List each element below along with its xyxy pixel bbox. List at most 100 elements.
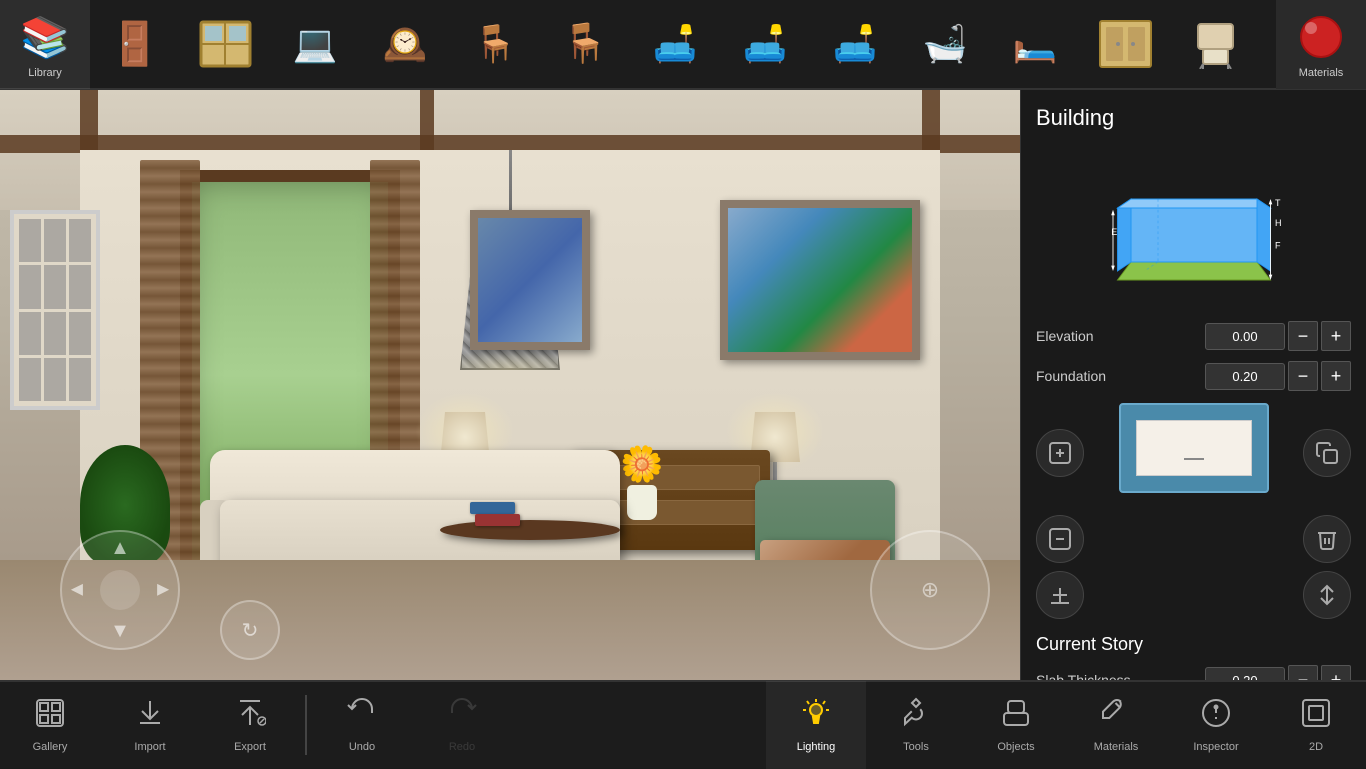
- decor-cell: [19, 219, 41, 262]
- tools-button[interactable]: Tools: [866, 681, 966, 769]
- top-item-materials[interactable]: Materials: [1276, 0, 1366, 89]
- nav-left-arrow[interactable]: ◄: [67, 579, 87, 602]
- top-item-armchair-yellow[interactable]: 🪑: [540, 0, 630, 89]
- foundation-value[interactable]: 0.20: [1205, 363, 1285, 390]
- book-red: [475, 514, 520, 526]
- wall-decoration: [10, 210, 100, 410]
- nav-right-arrow[interactable]: ►: [153, 579, 173, 602]
- top-item-clock[interactable]: 🕰️: [360, 0, 450, 89]
- separator-1: [305, 695, 307, 755]
- top-item-sofa-yellow[interactable]: 🛋️: [810, 0, 900, 89]
- top-item-chair-white[interactable]: [1170, 0, 1260, 89]
- top-item-computer[interactable]: 💻: [270, 0, 360, 89]
- foundation-row: Foundation 0.20 − +: [1036, 361, 1351, 391]
- computer-icon: 💻: [285, 17, 345, 72]
- lighting-button[interactable]: Lighting: [766, 681, 866, 769]
- import-button[interactable]: Import: [100, 681, 200, 769]
- decor-cell: [44, 219, 66, 262]
- book-blue: [470, 502, 515, 514]
- lighting-label: Lighting: [797, 741, 836, 753]
- 2d-label: 2D: [1309, 741, 1323, 753]
- tools-label: Tools: [903, 741, 929, 753]
- table-top: [440, 520, 620, 540]
- import-icon: [134, 697, 166, 737]
- add-foundation-button[interactable]: [1036, 571, 1084, 619]
- top-item-bathtub[interactable]: 🛁: [900, 0, 990, 89]
- current-story-title: Current Story: [1036, 634, 1351, 655]
- top-item-bed[interactable]: 🛏️: [990, 0, 1080, 89]
- nav-down-arrow[interactable]: ▼: [110, 620, 130, 643]
- inspector-label: Inspector: [1193, 741, 1238, 753]
- elevation-plus-button[interactable]: +: [1321, 321, 1351, 351]
- lighting-icon: [800, 697, 832, 737]
- top-item-chair-red[interactable]: 🪑: [450, 0, 540, 89]
- inspector-icon: [1200, 697, 1232, 737]
- clock-icon: 🕰️: [375, 17, 435, 72]
- objects-button[interactable]: Objects: [966, 681, 1066, 769]
- top-toolbar: 📚 Library 🚪 💻 🕰️ 🪑 🪑 🛋️ 🛋️ 🛋️ 🛁 🛏️: [0, 0, 1366, 90]
- foundation-plus-button[interactable]: +: [1321, 361, 1351, 391]
- nav-center-button[interactable]: [100, 570, 140, 610]
- 2d-button[interactable]: 2D: [1266, 681, 1366, 769]
- import-label: Import: [134, 741, 165, 753]
- svg-text:T: T: [1275, 198, 1281, 208]
- decor-cell: [19, 312, 41, 355]
- sofa-yellow-icon: 🛋️: [825, 17, 885, 72]
- top-item-sofa-pink[interactable]: 🛋️: [630, 0, 720, 89]
- 2d-icon: [1300, 697, 1332, 737]
- nav-joystick[interactable]: ▲ ▼ ◄ ►: [60, 530, 180, 650]
- window-icon: [195, 17, 255, 72]
- zoom-control[interactable]: ⊕: [870, 530, 990, 650]
- top-item-sofa-beige[interactable]: 🛋️: [720, 0, 810, 89]
- delete-button[interactable]: [1303, 515, 1351, 563]
- export-button[interactable]: Export: [200, 681, 300, 769]
- redo-button[interactable]: Redo: [412, 681, 512, 769]
- action-buttons-row: [1036, 403, 1351, 503]
- door-icon: 🚪: [105, 17, 165, 72]
- right-panel: Building T H F E: [1020, 0, 1366, 768]
- top-item-library[interactable]: 📚 Library: [0, 0, 90, 89]
- top-item-door[interactable]: 🚪: [90, 0, 180, 89]
- decor-cell: [44, 358, 66, 401]
- elevation-label: Elevation: [1036, 328, 1205, 344]
- undo-button[interactable]: Undo: [312, 681, 412, 769]
- vase-area: 🌼: [620, 444, 664, 520]
- floor-plan-container: [1104, 403, 1284, 503]
- elevation-value[interactable]: 0.00: [1205, 323, 1285, 350]
- export-icon: [234, 697, 266, 737]
- floor-plan-inner: [1136, 420, 1252, 476]
- building-section-title: Building: [1036, 105, 1351, 131]
- mirror-button[interactable]: [1303, 571, 1351, 619]
- sofa-pink-icon: 🛋️: [645, 17, 705, 72]
- decor-cell: [69, 358, 91, 401]
- objects-label: Objects: [997, 741, 1034, 753]
- add-below-button[interactable]: [1036, 515, 1084, 563]
- nav-up-arrow[interactable]: ▲: [110, 537, 130, 560]
- elevation-minus-button[interactable]: −: [1288, 321, 1318, 351]
- decor-cell: [69, 312, 91, 355]
- top-item-cabinet[interactable]: [1080, 0, 1170, 89]
- rotate-control[interactable]: ↻: [220, 600, 280, 660]
- materials-bottom-button[interactable]: Materials: [1066, 681, 1166, 769]
- chair-white-icon: [1185, 17, 1245, 72]
- action-buttons-row2: [1036, 515, 1351, 563]
- action-buttons-row3: [1036, 571, 1351, 619]
- foundation-minus-button[interactable]: −: [1288, 361, 1318, 391]
- objects-icon: [1000, 697, 1032, 737]
- viewport[interactable]: 🌼: [0, 90, 1020, 680]
- decor-cell: [69, 219, 91, 262]
- top-item-window[interactable]: [180, 0, 270, 89]
- flowers: 🌼: [620, 444, 664, 485]
- building-diagram: T H F E: [1036, 146, 1351, 306]
- foundation-label: Foundation: [1036, 368, 1205, 384]
- add-story-button[interactable]: [1036, 429, 1084, 477]
- svg-text:F: F: [1275, 241, 1281, 251]
- copy-button[interactable]: [1303, 429, 1351, 477]
- artwork-right: [720, 200, 920, 360]
- inspector-button[interactable]: Inspector: [1166, 681, 1266, 769]
- decor-cell: [19, 358, 41, 401]
- floor-plan-preview[interactable]: [1119, 403, 1269, 493]
- elevation-row: Elevation 0.00 − +: [1036, 321, 1351, 351]
- gallery-button[interactable]: Gallery: [0, 681, 100, 769]
- library-icon: 📚: [15, 10, 75, 65]
